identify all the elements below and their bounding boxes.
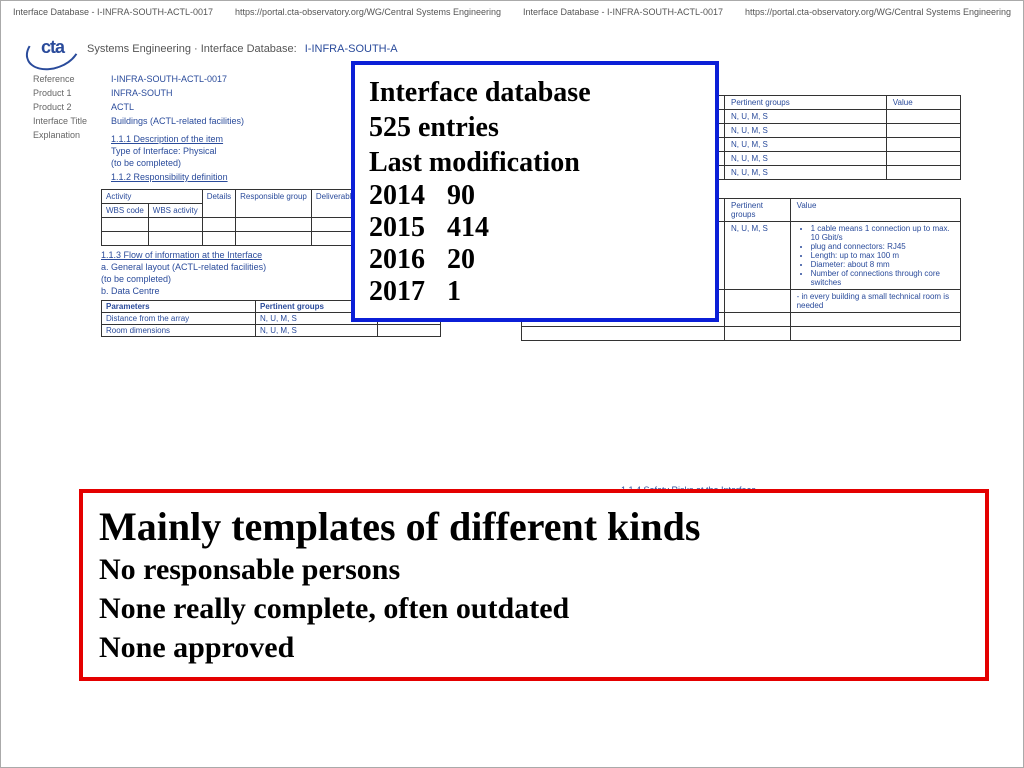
breadcrumb-path: Systems Engineering · Interface Database… <box>87 43 297 55</box>
stat-row: 201490 <box>369 180 701 212</box>
issue-line-2: No responsable persons <box>99 550 969 589</box>
breadcrumb: cta Systems Engineering · Interface Data… <box>31 35 993 63</box>
issue-line-4: None approved <box>99 628 969 667</box>
page-header: Interface Database - I-INFRA-SOUTH-ACTL-… <box>1 1 1023 23</box>
interface-type: Type of Interface: Physical <box>111 146 244 156</box>
cable-specs: 1 cable means 1 connection up to max. 10… <box>797 224 954 287</box>
stats-title-1: Interface database <box>369 75 701 110</box>
stat-row: 2015414 <box>369 212 701 244</box>
section-111[interactable]: 1.1.1 Description of the item <box>111 134 244 144</box>
header-url-left: https://portal.cta-observatory.org/WG/Ce… <box>235 7 501 17</box>
section-112[interactable]: 1.1.2 Responsibility definition <box>111 172 244 182</box>
stats-title-3: Last modification <box>369 145 701 180</box>
stats-title-2: 525 entries <box>369 110 701 145</box>
callout-issues: Mainly templates of different kinds No r… <box>79 489 989 681</box>
header-title-left: Interface Database - I-INFRA-SOUTH-ACTL-… <box>13 7 213 17</box>
tbc-note: (to be completed) <box>111 158 244 168</box>
callout-stats: Interface database 525 entries Last modi… <box>351 61 719 322</box>
metadata-table: ReferenceI-INFRA-SOUTH-ACTL-0017 Product… <box>31 71 252 185</box>
issue-line-3: None really complete, often outdated <box>99 589 969 628</box>
header-url-right: https://portal.cta-observatory.org/WG/Ce… <box>745 7 1011 17</box>
issue-line-1: Mainly templates of different kinds <box>99 503 969 550</box>
cta-logo: cta <box>31 35 79 63</box>
stat-row: 201620 <box>369 244 701 276</box>
header-title-right: Interface Database - I-INFRA-SOUTH-ACTL-… <box>523 7 723 17</box>
breadcrumb-id: I-INFRA-SOUTH-A <box>305 43 398 55</box>
stat-row: 20171 <box>369 276 701 308</box>
